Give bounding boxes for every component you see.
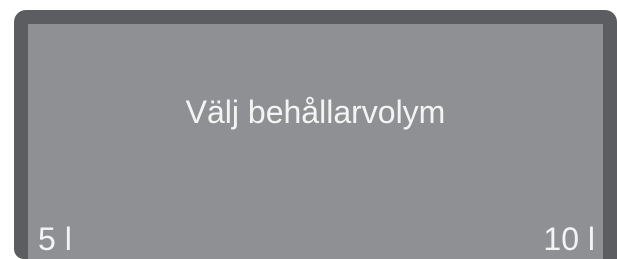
lcd-display: Välj behållarvolym 5 l 10 l bbox=[28, 24, 603, 259]
option-5-liter[interactable]: 5 l bbox=[38, 219, 72, 259]
prompt-text: Välj behållarvolym bbox=[185, 94, 446, 130]
option-10-liter[interactable]: 10 l bbox=[543, 219, 595, 259]
